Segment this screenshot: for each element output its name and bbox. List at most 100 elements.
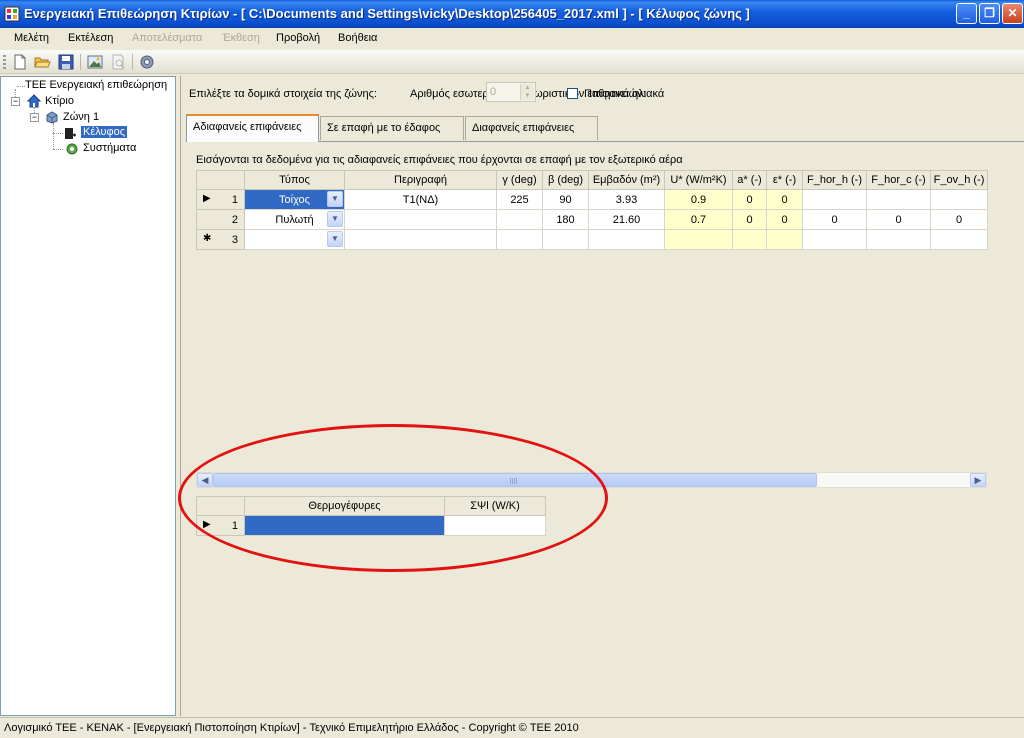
tree-connector bbox=[53, 133, 63, 134]
menu-run[interactable]: Εκτέλεση bbox=[68, 32, 113, 44]
f-hor-c-cell[interactable] bbox=[866, 189, 931, 210]
table-row[interactable]: 2 Πυλωτή ▼ 180 21.60 0.7 0 0 0 0 0 bbox=[196, 209, 988, 230]
toolbar-separator bbox=[80, 54, 81, 70]
tree-node-zone[interactable]: Ζώνη 1 bbox=[63, 111, 99, 123]
row-header[interactable]: ▶ 1 bbox=[196, 189, 245, 210]
row-header[interactable]: 2 bbox=[196, 209, 245, 230]
status-text: Λογισμικό ΤΕΕ - ΚΕΝΑΚ - [Ενεργειακή Πιστ… bbox=[4, 722, 579, 734]
column-header[interactable]: γ (deg) bbox=[496, 170, 543, 190]
systems-icon bbox=[66, 143, 78, 155]
close-button[interactable]: ✕ bbox=[1002, 3, 1023, 24]
tab-opaque-surfaces[interactable]: Αδιαφανείς επιφάνειες bbox=[186, 114, 319, 142]
internal-surfaces-stepper: 0 ▲ ▼ bbox=[486, 82, 536, 102]
u-value-cell[interactable]: 0.9 bbox=[664, 189, 733, 210]
table-row[interactable]: ▶ 1 Τοίχος ▼ T1(ΝΔ) 225 90 3.93 0.9 0 0 bbox=[196, 189, 988, 210]
absorptance-cell[interactable]: 0 bbox=[732, 209, 767, 230]
title-bar: Ενεργειακή Επιθεώρηση Κτιρίων - [ C:\Doc… bbox=[0, 0, 1024, 28]
description-cell[interactable] bbox=[344, 209, 497, 230]
column-header[interactable]: F_ov_h (-) bbox=[930, 170, 988, 190]
app-icon bbox=[4, 6, 20, 22]
beta-cell[interactable] bbox=[542, 229, 589, 250]
open-folder-icon[interactable] bbox=[33, 53, 51, 71]
column-header[interactable]: U* (W/m²K) bbox=[664, 170, 733, 190]
u-value-cell[interactable]: 0.7 bbox=[664, 209, 733, 230]
row-header-corner bbox=[196, 170, 245, 190]
tab-transparent-surfaces[interactable]: Διαφανείς επιφάνειες bbox=[465, 116, 598, 140]
tree-node-systems[interactable]: Συστήματα bbox=[83, 142, 136, 154]
opaque-surfaces-grid[interactable]: Τύπος Περιγραφή γ (deg) β (deg) Εμβαδόν … bbox=[196, 170, 988, 250]
column-header[interactable]: Εμβαδόν (m²) bbox=[588, 170, 665, 190]
absorptance-cell[interactable] bbox=[732, 229, 767, 250]
description-cell[interactable]: T1(ΝΔ) bbox=[344, 189, 497, 210]
new-file-icon[interactable] bbox=[11, 53, 29, 71]
emittance-cell[interactable]: 0 bbox=[766, 209, 803, 230]
f-hor-c-cell[interactable] bbox=[866, 229, 931, 250]
area-cell[interactable]: 3.93 bbox=[588, 189, 665, 210]
f-hor-h-cell[interactable] bbox=[802, 229, 867, 250]
column-header[interactable]: F_hor_h (-) bbox=[802, 170, 867, 190]
type-cell[interactable]: Πυλωτή ▼ bbox=[244, 209, 345, 230]
menu-help[interactable]: Βοήθεια bbox=[338, 32, 377, 44]
select-elements-label: Επιλέξτε τα δομικά στοιχεία της ζώνης: bbox=[189, 88, 377, 100]
internal-surfaces-value: 0 bbox=[490, 86, 497, 98]
table-row-new[interactable]: ✱ 3 ▼ bbox=[196, 229, 988, 250]
tree-node-root[interactable]: ΤΕΕ Ενεργειακή επιθεώρηση bbox=[25, 79, 167, 91]
tree-node-envelope[interactable]: Κέλυφος bbox=[81, 126, 128, 138]
f-hor-c-cell[interactable]: 0 bbox=[866, 209, 931, 230]
area-cell[interactable]: 21.60 bbox=[588, 209, 665, 230]
column-header[interactable]: Τύπος bbox=[244, 170, 345, 190]
u-value-cell[interactable] bbox=[664, 229, 733, 250]
settings-icon[interactable] bbox=[138, 53, 156, 71]
menu-report: Έκθεση bbox=[222, 32, 260, 44]
chevron-down-icon[interactable]: ▼ bbox=[327, 231, 343, 247]
toolbar bbox=[0, 50, 1024, 74]
menu-study[interactable]: Μελέτη bbox=[14, 32, 49, 44]
gamma-cell[interactable] bbox=[496, 209, 543, 230]
save-icon[interactable] bbox=[57, 53, 75, 71]
envelope-icon bbox=[65, 128, 76, 139]
tree-view[interactable]: ΤΕΕ Ενεργειακή επιθεώρηση − Κτίριο − Ζών… bbox=[0, 76, 176, 716]
gamma-cell[interactable] bbox=[496, 229, 543, 250]
column-header[interactable]: F_hor_c (-) bbox=[866, 170, 931, 190]
gamma-cell[interactable]: 225 bbox=[496, 189, 543, 210]
menu-results: Αποτελέσματα bbox=[132, 32, 203, 44]
chevron-down-icon[interactable]: ▼ bbox=[327, 191, 343, 207]
f-ov-h-cell[interactable] bbox=[930, 229, 988, 250]
column-header[interactable]: ε* (-) bbox=[766, 170, 803, 190]
window-title: Ενεργειακή Επιθεώρηση Κτιρίων - [ C:\Doc… bbox=[24, 6, 750, 21]
tree-connector bbox=[53, 149, 63, 150]
absorptance-cell[interactable]: 0 bbox=[732, 189, 767, 210]
column-header[interactable]: Περιγραφή bbox=[344, 170, 497, 190]
current-row-indicator-icon: ▶ bbox=[203, 193, 211, 204]
f-ov-h-cell[interactable] bbox=[930, 189, 988, 210]
new-row-indicator-icon: ✱ bbox=[203, 233, 212, 244]
tab-ground-contact[interactable]: Σε επαφή με το έδαφος bbox=[320, 116, 464, 140]
f-hor-h-cell[interactable]: 0 bbox=[802, 209, 867, 230]
description-cell[interactable] bbox=[344, 229, 497, 250]
tree-node-building[interactable]: Κτίριο bbox=[45, 95, 74, 107]
scroll-right-icon[interactable]: ▶ bbox=[970, 473, 986, 487]
column-header[interactable]: β (deg) bbox=[542, 170, 589, 190]
chevron-down-icon[interactable]: ▼ bbox=[327, 211, 343, 227]
emittance-cell[interactable] bbox=[766, 229, 803, 250]
menu-view[interactable]: Προβολή bbox=[276, 32, 320, 44]
column-header[interactable]: a* (-) bbox=[732, 170, 767, 190]
beta-cell[interactable]: 90 bbox=[542, 189, 589, 210]
tree-expander-zone[interactable]: − bbox=[30, 113, 39, 122]
f-ov-h-cell[interactable]: 0 bbox=[930, 209, 988, 230]
tree-expander-building[interactable]: − bbox=[11, 97, 20, 106]
row-header[interactable]: ✱ 3 bbox=[196, 229, 245, 250]
tree-connector bbox=[17, 86, 25, 87]
type-cell[interactable]: Τοίχος ▼ bbox=[244, 189, 345, 210]
tree-connector bbox=[53, 123, 54, 149]
passive-solar-checkbox[interactable] bbox=[567, 88, 578, 99]
maximize-button[interactable]: ❐ bbox=[979, 3, 1000, 24]
area-cell[interactable] bbox=[588, 229, 665, 250]
emittance-cell[interactable]: 0 bbox=[766, 189, 803, 210]
f-hor-h-cell[interactable] bbox=[802, 189, 867, 210]
toolbar-grip[interactable] bbox=[3, 55, 6, 69]
minimize-button[interactable]: _ bbox=[956, 3, 977, 24]
type-cell[interactable]: ▼ bbox=[244, 229, 345, 250]
beta-cell[interactable]: 180 bbox=[542, 209, 589, 230]
image-icon[interactable] bbox=[86, 53, 104, 71]
